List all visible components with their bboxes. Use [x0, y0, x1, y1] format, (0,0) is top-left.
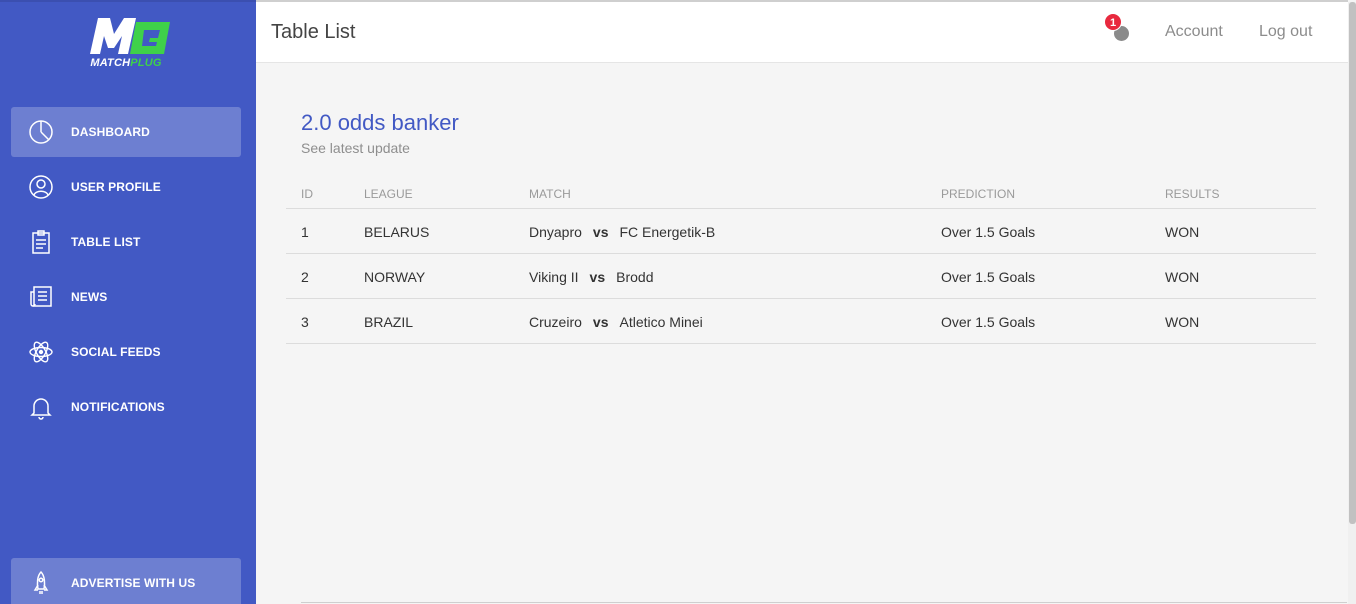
cell-match: Viking II vs Brodd — [529, 269, 653, 285]
top-navbar: Table List 1 Account Log out — [256, 0, 1348, 63]
pie-chart-icon — [11, 119, 71, 145]
table-row: 1 BELARUS Dnyapro vs FC Energetik-B Over 1… — [286, 209, 1316, 254]
home-team: Dnyapro — [529, 224, 582, 240]
cell-id: 1 — [301, 224, 309, 240]
cell-league: BELARUS — [364, 224, 430, 240]
cell-result: WON — [1165, 269, 1200, 285]
account-link[interactable]: Account — [1165, 23, 1223, 41]
logo-mark-icon — [90, 18, 170, 54]
sidebar: MATCHPLUG DASHBOARD USER PROFILE TABLE L… — [0, 0, 256, 604]
sidebar-item-notifications[interactable]: NOTIFICATIONS — [11, 382, 241, 432]
notification-button[interactable]: 1 — [1104, 13, 1130, 41]
cell-league: NORWAY — [364, 269, 426, 285]
matchplug-logo[interactable]: MATCHPLUG — [80, 16, 172, 72]
sidebar-item-label: TABLE LIST — [71, 235, 141, 249]
scrollbar-thumb[interactable] — [1349, 2, 1356, 524]
odds-table: ID LEAGUE MATCH PREDICTION RESULTS 1 BEL… — [286, 178, 1316, 344]
sidebar-item-user-profile[interactable]: USER PROFILE — [11, 162, 241, 212]
logout-link[interactable]: Log out — [1259, 23, 1312, 41]
cell-match: Cruzeiro vs Atletico Minei — [529, 314, 703, 330]
cell-id: 3 — [301, 314, 309, 330]
table-row: 2 NORWAY Viking II vs Brodd Over 1.5 Goals… — [286, 254, 1316, 299]
column-header-prediction: PREDICTION — [941, 187, 1016, 201]
sidebar-item-social-feeds[interactable]: SOCIAL FEEDS — [11, 327, 241, 377]
advertise-label: ADVERTISE WITH US — [71, 576, 196, 590]
cell-result: WON — [1165, 224, 1200, 240]
home-team: Viking II — [529, 269, 579, 285]
table-header: ID LEAGUE MATCH PREDICTION RESULTS — [286, 178, 1316, 209]
cell-prediction: Over 1.5 Goals — [941, 224, 1036, 240]
sidebar-item-news[interactable]: NEWS — [11, 272, 241, 322]
sidebar-item-label: USER PROFILE — [71, 180, 161, 194]
vs-label: vs — [592, 314, 609, 330]
column-header-results: RESULTS — [1165, 187, 1220, 201]
bell-icon — [11, 394, 71, 420]
column-header-league: LEAGUE — [364, 187, 413, 201]
user-icon — [11, 174, 71, 200]
column-header-match: MATCH — [529, 187, 571, 201]
card-title: 2.0 odds banker — [301, 110, 459, 135]
notification-badge: 1 — [1104, 13, 1122, 31]
column-header-id: ID — [301, 187, 313, 201]
vs-label: vs — [592, 224, 609, 240]
cell-result: WON — [1165, 314, 1200, 330]
advertise-button[interactable]: ADVERTISE WITH US — [11, 558, 241, 604]
rocket-icon — [11, 570, 71, 596]
cell-match: Dnyapro vs FC Energetik-B — [529, 224, 715, 240]
vs-label: vs — [589, 269, 606, 285]
away-team: Brodd — [616, 269, 654, 285]
card-subtitle: See latest update — [301, 140, 410, 156]
sidebar-item-label: NEWS — [71, 290, 108, 304]
atom-icon — [11, 339, 71, 365]
table-row: 3 BRAZIL Cruzeiro vs Atletico Minei Over 1… — [286, 299, 1316, 344]
sidebar-item-label: SOCIAL FEEDS — [71, 345, 161, 359]
sidebar-item-label: DASHBOARD — [71, 125, 150, 139]
cell-league: BRAZIL — [364, 314, 414, 330]
cell-prediction: Over 1.5 Goals — [941, 269, 1036, 285]
cell-id: 2 — [301, 269, 309, 285]
logo-wordmark: MATCHPLUG — [90, 57, 162, 69]
away-team: FC Energetik-B — [619, 224, 716, 240]
page-title: Table List — [271, 21, 356, 43]
cell-prediction: Over 1.5 Goals — [941, 314, 1036, 330]
clipboard-icon — [11, 229, 71, 255]
sidebar-item-table-list[interactable]: TABLE LIST — [11, 217, 241, 267]
bottom-divider — [301, 602, 1347, 603]
sidebar-item-label: NOTIFICATIONS — [71, 400, 165, 414]
sidebar-item-dashboard[interactable]: DASHBOARD — [11, 107, 241, 157]
away-team: Atletico Minei — [619, 314, 703, 330]
newspaper-icon — [11, 284, 71, 310]
home-team: Cruzeiro — [529, 314, 582, 330]
